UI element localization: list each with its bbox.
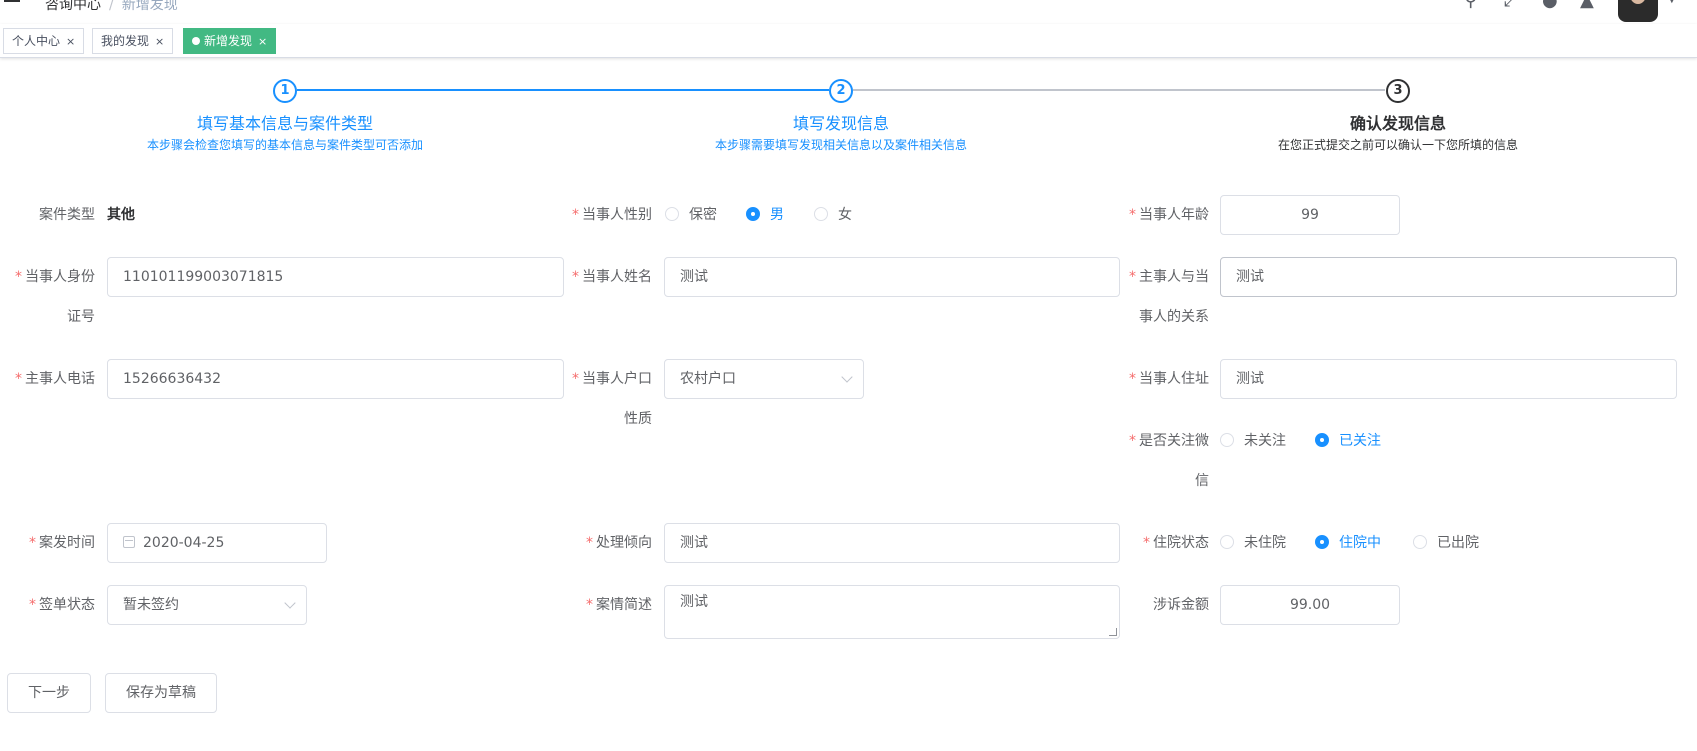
household-label-line2: 性质 bbox=[624, 411, 652, 427]
party-name-input[interactable]: 测试 bbox=[664, 257, 1120, 297]
address-label: * 当事人住址 bbox=[1129, 371, 1209, 387]
breadcrumb-separator: / bbox=[109, 0, 114, 13]
hospital-option-hospitalized[interactable]: 住院中 bbox=[1315, 523, 1381, 563]
caret-down-icon[interactable]: ▼ bbox=[1668, 0, 1676, 5]
incident-date-value: 2020-04-25 bbox=[143, 535, 225, 551]
gender-option-secret[interactable]: 保密 bbox=[665, 195, 717, 235]
party-name-label: * 当事人姓名 bbox=[572, 269, 652, 285]
radio-circle-icon bbox=[814, 207, 828, 221]
close-icon[interactable]: × bbox=[155, 35, 164, 48]
step-3-description: 在您正式提交之前可以确认一下您所填的信息 bbox=[1277, 138, 1518, 152]
amount-label: 涉诉金额 bbox=[1153, 597, 1209, 613]
radio-circle-icon bbox=[665, 207, 679, 221]
hospital-option-not-hospitalized[interactable]: 未住院 bbox=[1220, 523, 1286, 563]
household-select-value: 农村户口 bbox=[680, 371, 736, 387]
avatar[interactable] bbox=[1618, 0, 1658, 22]
age-input[interactable]: 99 bbox=[1220, 195, 1400, 235]
phone-input[interactable]: 15266636432 bbox=[107, 359, 564, 399]
step-2-icon: 2 bbox=[829, 79, 853, 103]
sign-status-select[interactable]: 暂未签约 bbox=[107, 585, 307, 625]
next-step-button[interactable]: 下一步 bbox=[7, 673, 91, 713]
tendency-label: * 处理倾向 bbox=[586, 535, 652, 551]
case-type-value: 其他 bbox=[107, 207, 135, 223]
breadcrumb: 咨询中心 / 新增发现 bbox=[45, 0, 178, 14]
relation-label: * 主事人与当 bbox=[1129, 269, 1209, 285]
step-2-title: 填写发现信息 bbox=[792, 114, 889, 133]
hamburger-icon[interactable] bbox=[4, 0, 20, 2]
radio-circle-icon bbox=[1413, 535, 1427, 549]
breadcrumb-root[interactable]: 咨询中心 bbox=[45, 0, 101, 13]
radio-checked-icon bbox=[1315, 433, 1329, 447]
tag-personal-center[interactable]: 个人中心 × bbox=[3, 28, 85, 54]
breadcrumb-current: 新增发现 bbox=[121, 0, 178, 13]
address-input[interactable]: 测试 bbox=[1220, 359, 1677, 399]
hospital-status-label: * 住院状态 bbox=[1143, 535, 1209, 551]
step-3-title: 确认发现信息 bbox=[1349, 114, 1446, 133]
household-label: * 当事人户口 bbox=[572, 371, 652, 387]
household-select[interactable]: 农村户口 bbox=[664, 359, 864, 399]
case-type-label: 案件类型 bbox=[39, 207, 95, 223]
id-number-label: * 当事人身份 bbox=[15, 269, 95, 285]
wechat-label: * 是否关注微 bbox=[1129, 433, 1209, 449]
sign-status-value: 暂未签约 bbox=[123, 597, 179, 613]
wechat-option-followed[interactable]: 已关注 bbox=[1315, 421, 1381, 461]
id-number-input[interactable]: 110101199003071815 bbox=[107, 257, 564, 297]
radio-checked-icon bbox=[746, 207, 760, 221]
step-1-icon: 1 bbox=[273, 79, 297, 103]
radio-circle-icon bbox=[1220, 433, 1234, 447]
tag-label: 我的发现 bbox=[101, 34, 150, 48]
radio-checked-icon bbox=[1315, 535, 1329, 549]
tags-view: 个人中心 × 我的发现 × 新增发现 × bbox=[0, 24, 1697, 58]
message-icon[interactable]: ▲ bbox=[1580, 0, 1594, 10]
relation-input[interactable]: 测试 bbox=[1220, 257, 1677, 297]
active-dot-icon bbox=[192, 37, 200, 45]
phone-label: * 主事人电话 bbox=[15, 371, 95, 387]
tag-label: 个人中心 bbox=[12, 34, 61, 48]
save-draft-button[interactable]: 保存为草稿 bbox=[105, 673, 217, 713]
user-icon[interactable]: ● bbox=[1542, 0, 1558, 10]
hospital-option-discharged[interactable]: 已出院 bbox=[1413, 523, 1479, 563]
fullscreen-icon[interactable]: ⤢ bbox=[1504, 0, 1518, 10]
case-brief-textarea[interactable]: 测试 bbox=[664, 585, 1120, 639]
step-3-icon: 3 bbox=[1386, 79, 1410, 103]
relation-label-line2: 事人的关系 bbox=[1139, 309, 1209, 325]
incident-date-picker[interactable]: 2020-04-25 bbox=[107, 523, 327, 563]
close-icon[interactable]: × bbox=[66, 35, 75, 48]
age-label: * 当事人年龄 bbox=[1129, 207, 1209, 223]
wechat-label-line2: 信 bbox=[1195, 473, 1209, 489]
step-2-description: 本步骤需要填写发现相关信息以及案件相关信息 bbox=[714, 138, 967, 152]
search-icon[interactable]: ⚲ bbox=[1464, 0, 1477, 10]
radio-circle-icon bbox=[1220, 535, 1234, 549]
gender-option-female[interactable]: 女 bbox=[814, 195, 852, 235]
incident-time-label: * 案发时间 bbox=[29, 535, 95, 551]
top-navbar: 咨询中心 / 新增发现 ⚲ ⤢ ● ▲ ▼ bbox=[0, 0, 1697, 24]
close-icon[interactable]: × bbox=[258, 35, 267, 48]
step-1-description: 本步骤会检查您填写的基本信息与案件类型可否添加 bbox=[146, 138, 423, 152]
sign-status-label: * 签单状态 bbox=[29, 597, 95, 613]
amount-input[interactable]: 99.00 bbox=[1220, 585, 1400, 625]
case-brief-value: 测试 bbox=[680, 594, 708, 610]
steps: 1 填写基本信息与案件类型 本步骤会检查您填写的基本信息与案件类型可否添加 2 … bbox=[0, 58, 1697, 168]
step-line-2 bbox=[853, 89, 1385, 91]
chevron-down-icon bbox=[841, 371, 853, 383]
tendency-input[interactable]: 测试 bbox=[664, 523, 1120, 563]
case-brief-label: * 案情简述 bbox=[586, 597, 652, 613]
step-line-1 bbox=[297, 89, 829, 91]
step-1-title: 填写基本信息与案件类型 bbox=[196, 114, 373, 133]
gender-option-male[interactable]: 男 bbox=[746, 195, 784, 235]
resize-handle-icon[interactable] bbox=[1109, 628, 1117, 636]
tag-new-finding[interactable]: 新增发现 × bbox=[183, 28, 277, 54]
id-number-label-line2: 证号 bbox=[67, 309, 95, 325]
chevron-down-icon bbox=[284, 597, 296, 609]
tag-label: 新增发现 bbox=[204, 34, 253, 48]
gender-label: * 当事人性别 bbox=[572, 207, 652, 223]
wechat-option-not-followed[interactable]: 未关注 bbox=[1220, 421, 1286, 461]
tag-my-findings[interactable]: 我的发现 × bbox=[92, 28, 174, 54]
calendar-icon bbox=[123, 536, 135, 548]
